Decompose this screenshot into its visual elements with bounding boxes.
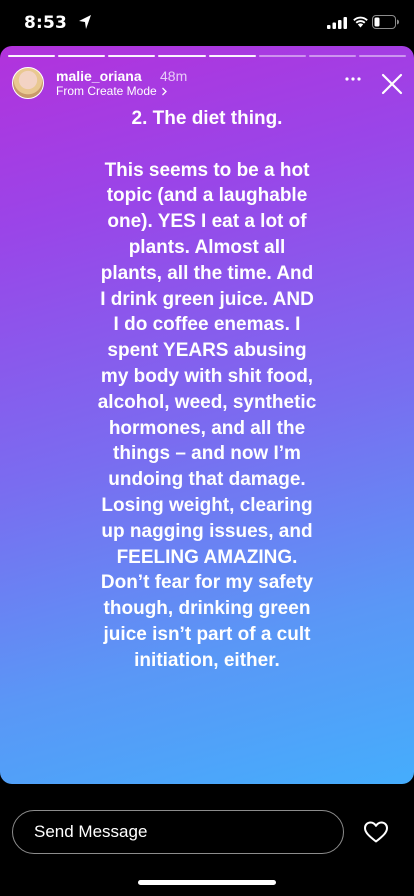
cellular-signal-icon: [327, 17, 347, 29]
story-progress-segment: [58, 55, 106, 57]
more-options-icon[interactable]: [340, 70, 366, 88]
story-progress-segment: [358, 55, 406, 57]
story-text: 2. The diet thing. This seems to be a ho…: [97, 108, 317, 671]
story-progress-segment: [108, 55, 156, 57]
send-message-input[interactable]: [12, 810, 344, 854]
avatar[interactable]: [12, 67, 44, 99]
story-progress-segment: [258, 55, 306, 57]
location-arrow-icon: [79, 15, 91, 29]
story-card[interactable]: malie_oriana 48m From Create Mode 2. The…: [0, 46, 414, 784]
create-mode-label: From Create Mode: [56, 84, 157, 98]
story-progress-segment: [208, 55, 256, 57]
story-progress-segment: [308, 55, 356, 57]
chevron-right-icon: [161, 87, 167, 95]
wifi-icon: [353, 16, 368, 28]
story-progress-segment: [158, 55, 206, 57]
status-time: 8:53: [24, 13, 68, 33]
story-progress-bar: [8, 55, 406, 57]
post-time: 48m: [160, 68, 188, 84]
home-indicator[interactable]: [138, 880, 276, 885]
story-progress-segment: [8, 55, 56, 57]
battery-icon: [372, 15, 399, 29]
heart-icon[interactable]: [363, 820, 389, 844]
close-icon[interactable]: [380, 72, 404, 96]
story-viewer: 8:53 malie_oriana 48m From Create Mode 2…: [0, 0, 414, 896]
author-username[interactable]: malie_oriana: [56, 68, 142, 84]
create-mode-link[interactable]: From Create Mode: [56, 84, 168, 98]
status-bar: 8:53: [0, 0, 414, 46]
